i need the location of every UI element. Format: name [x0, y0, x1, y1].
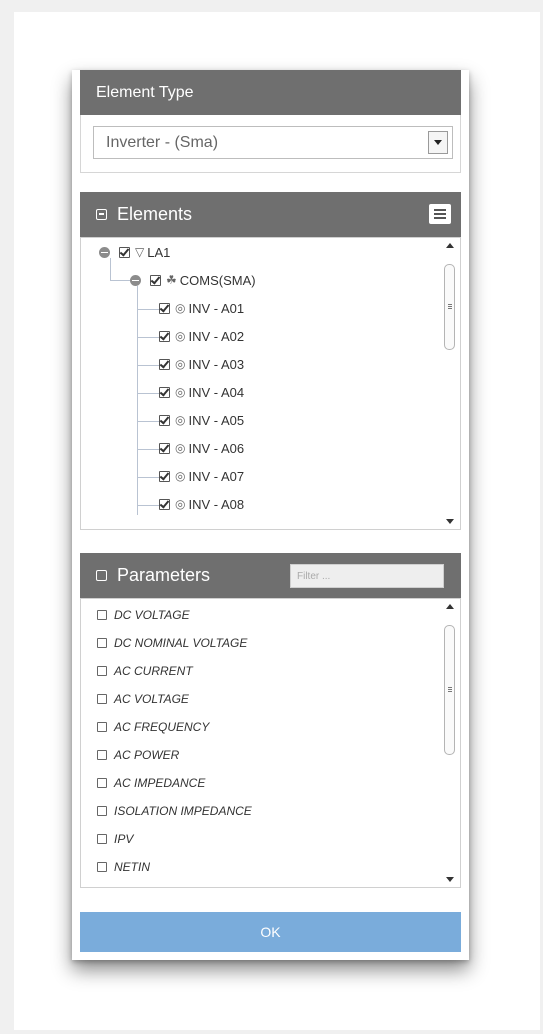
parameter-label: AC POWER	[114, 748, 180, 762]
checkbox-icon[interactable]	[159, 330, 170, 342]
tree-node-item[interactable]: ◎ INV - A08	[159, 494, 244, 514]
tree-node-label: INV - A05	[188, 412, 245, 428]
checkbox-icon[interactable]	[150, 274, 161, 286]
element-type-panel: Inverter - (Sma)	[80, 115, 461, 173]
checkbox-icon[interactable]	[97, 694, 107, 704]
parameter-label: AC CURRENT	[114, 664, 193, 678]
network-icon: ☘	[166, 273, 177, 287]
scroll-thumb[interactable]	[444, 625, 455, 755]
checkbox-icon[interactable]	[119, 246, 130, 258]
parameters-list: DC VOLTAGE DC NOMINAL VOLTAGE AC CURRENT…	[80, 598, 461, 888]
checkbox-icon[interactable]	[159, 358, 170, 370]
parameter-label: ISOLATION IMPEDANCE	[114, 804, 252, 818]
parameter-label: DC VOLTAGE	[114, 608, 190, 622]
element-type-title: Element Type	[96, 83, 194, 101]
device-icon: ◎	[175, 441, 186, 455]
select-all-checkbox-icon[interactable]	[96, 570, 107, 581]
parameter-item[interactable]: AC VOLTAGE	[97, 689, 189, 709]
parameters-title: Parameters	[117, 565, 211, 585]
tree-node-item[interactable]: ◎ INV - A06	[159, 438, 244, 458]
parameter-item[interactable]: NETIN	[97, 857, 150, 877]
tree-node-label: INV - A03	[188, 356, 245, 372]
parameter-item[interactable]: AC IMPEDANCE	[97, 773, 205, 793]
tree-node-item[interactable]: ◎ INV - A03	[159, 354, 244, 374]
scroll-up-icon[interactable]	[446, 604, 454, 609]
scroll-thumb[interactable]	[444, 264, 455, 350]
tree-node-label: COMS(SMA)	[179, 272, 256, 288]
elements-header: Elements	[80, 192, 461, 237]
element-type-header: Element Type	[80, 70, 461, 115]
collapse-toggle-icon[interactable]	[130, 274, 141, 286]
parameter-label: AC IMPEDANCE	[114, 776, 206, 790]
elements-tree: ▽ LA1 ☘ COMS(SMA) ◎ INV - A01 ◎ INV - A0…	[80, 237, 461, 530]
scroll-up-icon[interactable]	[446, 243, 454, 248]
tree-node-label: INV - A04	[188, 384, 245, 400]
device-icon: ◎	[175, 329, 186, 343]
tree-node-label: INV - A08	[188, 496, 245, 512]
element-type-select[interactable]: Inverter - (Sma)	[93, 126, 453, 159]
checkbox-icon[interactable]	[159, 302, 170, 314]
ok-button[interactable]: OK	[80, 912, 461, 952]
checkbox-icon[interactable]	[97, 722, 107, 732]
parameter-item[interactable]: IPV	[97, 829, 133, 849]
checkbox-icon[interactable]	[97, 778, 107, 788]
checkbox-icon[interactable]	[97, 666, 107, 676]
checkbox-icon[interactable]	[159, 470, 170, 482]
device-icon: ◎	[175, 413, 186, 427]
dropdown-arrow-icon[interactable]	[428, 131, 448, 154]
elements-title: Elements	[117, 204, 193, 224]
parameter-item[interactable]: AC FREQUENCY	[97, 717, 209, 737]
page-background: Element Type Inverter - (Sma) Elements ▽…	[14, 12, 540, 1030]
parameters-scrollbar[interactable]	[443, 599, 458, 887]
collapse-toggle-icon[interactable]	[99, 246, 110, 258]
checkbox-icon[interactable]	[97, 862, 107, 872]
device-icon: ◎	[175, 301, 186, 315]
checkbox-icon[interactable]	[97, 750, 107, 760]
device-icon: ◎	[175, 497, 186, 511]
checkbox-icon[interactable]	[97, 638, 107, 648]
tree-node-item[interactable]: ◎ INV - A05	[159, 410, 244, 430]
tree-node-item[interactable]: ◎ INV - A02	[159, 326, 244, 346]
tree-scrollbar[interactable]	[443, 238, 458, 529]
parameter-item[interactable]: ISOLATION IMPEDANCE	[97, 801, 252, 821]
checkbox-icon[interactable]	[159, 498, 170, 510]
tree-node-root[interactable]: ▽ LA1	[99, 242, 170, 262]
tree-node-item[interactable]: ◎ INV - A04	[159, 382, 244, 402]
list-view-button[interactable]	[429, 204, 451, 224]
parameter-label: NETIN	[114, 860, 150, 874]
parameter-label: AC VOLTAGE	[114, 692, 189, 706]
parameter-item[interactable]: DC VOLTAGE	[97, 605, 190, 625]
parameter-item[interactable]: AC CURRENT	[97, 661, 193, 681]
checkbox-icon[interactable]	[97, 610, 107, 620]
device-icon: ◎	[175, 385, 186, 399]
tree-node-label: INV - A01	[188, 300, 245, 316]
wifi-icon: ▽	[135, 245, 145, 259]
parameter-item[interactable]: DC NOMINAL VOLTAGE	[97, 633, 247, 653]
collapse-icon[interactable]	[96, 209, 107, 220]
tree-node-label: LA1	[147, 244, 171, 260]
tree-node-item[interactable]: ◎ INV - A07	[159, 466, 244, 486]
parameters-header: Parameters Filter ...	[80, 553, 461, 598]
element-selector-dialog: Element Type Inverter - (Sma) Elements ▽…	[72, 70, 469, 960]
checkbox-icon[interactable]	[97, 806, 107, 816]
checkbox-icon[interactable]	[97, 834, 107, 844]
device-icon: ◎	[175, 357, 186, 371]
parameter-label: AC FREQUENCY	[114, 720, 210, 734]
tree-node-label: INV - A06	[188, 440, 245, 456]
checkbox-icon[interactable]	[159, 414, 170, 426]
checkbox-icon[interactable]	[159, 386, 170, 398]
tree-node-group[interactable]: ☘ COMS(SMA)	[130, 270, 256, 290]
checkbox-icon[interactable]	[159, 442, 170, 454]
parameter-label: DC NOMINAL VOLTAGE	[114, 636, 248, 650]
parameter-item[interactable]: AC POWER	[97, 745, 179, 765]
parameter-label: IPV	[114, 832, 134, 846]
tree-node-label: INV - A02	[188, 328, 245, 344]
tree-node-item[interactable]: ◎ INV - A01	[159, 298, 244, 318]
parameters-filter-input[interactable]: Filter ...	[290, 564, 444, 588]
device-icon: ◎	[175, 469, 186, 483]
scroll-down-icon[interactable]	[446, 877, 454, 882]
element-type-selected-value: Inverter - (Sma)	[106, 133, 219, 151]
scroll-down-icon[interactable]	[446, 519, 454, 524]
tree-node-label: INV - A07	[188, 468, 245, 484]
